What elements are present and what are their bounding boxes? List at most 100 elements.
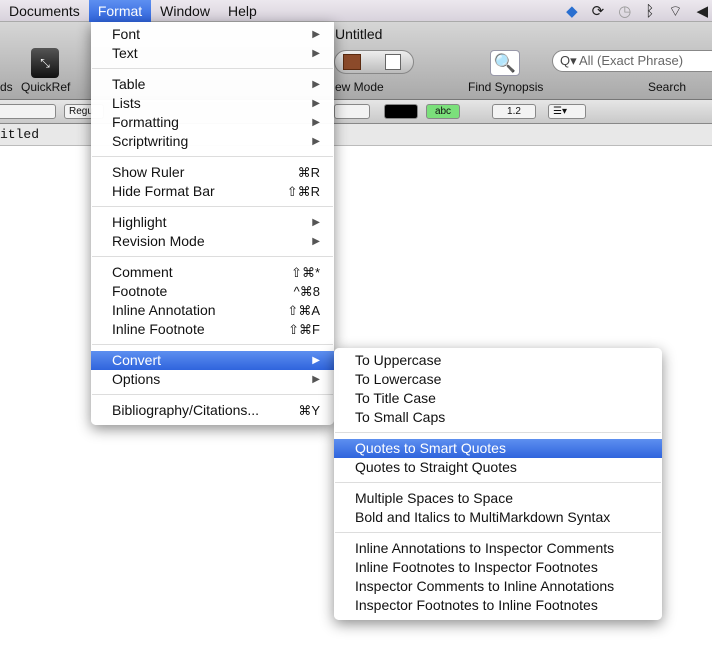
menu-separator <box>334 477 662 489</box>
search-input[interactable]: Q▾ All (Exact Phrase) <box>552 50 712 72</box>
find-synopsis-icon[interactable]: 🔍 <box>490 50 520 76</box>
shortcut-label: ⌘Y <box>298 403 320 418</box>
list-select[interactable]: ☰▾ <box>548 104 586 119</box>
view-mode-label: ew Mode <box>335 80 384 94</box>
menu-item-revision-mode[interactable]: Revision Mode ▶ <box>91 232 334 251</box>
menu-item-label: Lists <box>112 95 141 111</box>
shortcut-label: ^⌘8 <box>293 284 320 299</box>
find-synopsis-button[interactable]: Find Synopsis <box>468 80 543 94</box>
time-machine-icon[interactable]: ◷ <box>618 2 631 20</box>
menu-documents[interactable]: Documents <box>0 0 89 22</box>
menu-separator <box>91 201 334 213</box>
menu-item-bibliography-citations[interactable]: Bibliography/Citations... ⌘Y <box>91 401 334 420</box>
status-icons: ◆ ⟳ ◷ ᛒ ⌔ ◀ <box>566 0 712 22</box>
menu-item-scriptwriting[interactable]: Scriptwriting ▶ <box>91 132 334 151</box>
menu-item-bold-and-italics-to-multimarkdown-syntax[interactable]: Bold and Italics to MultiMarkdown Syntax <box>334 508 662 527</box>
alignment-buttons[interactable] <box>334 104 370 119</box>
menu-item-to-lowercase[interactable]: To Lowercase <box>334 370 662 389</box>
menu-item-label: To Uppercase <box>355 352 442 368</box>
quickref-icon[interactable]: ⤡ <box>31 48 59 78</box>
menu-item-show-ruler[interactable]: Show Ruler ⌘R <box>91 163 334 182</box>
submenu-arrow-icon: ▶ <box>312 98 320 109</box>
menu-item-label: To Lowercase <box>355 371 442 387</box>
font-family-select[interactable] <box>0 104 56 119</box>
menu-item-to-title-case[interactable]: To Title Case <box>334 389 662 408</box>
menu-item-inspector-comments-to-inline-annotations[interactable]: Inspector Comments to Inline Annotations <box>334 577 662 596</box>
menu-item-label: Convert <box>112 352 162 368</box>
menu-help[interactable]: Help <box>219 0 266 22</box>
menu-separator <box>91 151 334 163</box>
menu-separator <box>91 339 334 351</box>
menu-item-label: To Title Case <box>355 390 436 406</box>
document-header-title: itled <box>0 127 40 142</box>
wifi-icon[interactable]: ⌔ <box>668 2 682 21</box>
menu-item-highlight[interactable]: Highlight ▶ <box>91 213 334 232</box>
menu-item-inline-footnote[interactable]: Inline Footnote ⇧⌘F <box>91 320 334 339</box>
menu-item-inspector-footnotes-to-inline-footnotes[interactable]: Inspector Footnotes to Inline Footnotes <box>334 596 662 615</box>
menu-item-label: Highlight <box>112 214 167 230</box>
format-menu: Font ▶ Text ▶ Table ▶ Lists ▶ Formatting ▶ Scriptw… <box>91 22 334 425</box>
menu-item-comment[interactable]: Comment ⇧⌘* <box>91 263 334 282</box>
menu-item-convert[interactable]: Convert ▶ <box>91 351 334 370</box>
menu-item-text[interactable]: Text ▶ <box>91 44 334 63</box>
submenu-arrow-icon: ▶ <box>312 136 320 147</box>
menu-item-quotes-to-straight-quotes[interactable]: Quotes to Straight Quotes <box>334 458 662 477</box>
window-title: Untitled <box>335 26 383 42</box>
menu-item-label: Quotes to Smart Quotes <box>355 440 506 456</box>
menu-item-hide-format-bar[interactable]: Hide Format Bar ⇧⌘R <box>91 182 334 201</box>
sync-icon[interactable]: ⟳ <box>592 2 605 20</box>
menu-item-label: Multiple Spaces to Space <box>355 490 513 506</box>
shortcut-label: ⇧⌘A <box>287 303 320 318</box>
menu-item-options[interactable]: Options ▶ <box>91 370 334 389</box>
menu-item-font[interactable]: Font ▶ <box>91 25 334 44</box>
menu-item-to-small-caps[interactable]: To Small Caps <box>334 408 662 427</box>
dropbox-icon[interactable]: ◆ <box>566 2 578 20</box>
menu-item-label: Table <box>112 76 146 92</box>
menu-window[interactable]: Window <box>151 0 219 22</box>
shortcut-label: ⌘R <box>297 165 320 180</box>
menu-item-label: Quotes to Straight Quotes <box>355 459 517 475</box>
menu-separator <box>334 427 662 439</box>
menu-item-multiple-spaces-to-space[interactable]: Multiple Spaces to Space <box>334 489 662 508</box>
menu-item-table[interactable]: Table ▶ <box>91 75 334 94</box>
menu-item-label: To Small Caps <box>355 409 446 425</box>
submenu-arrow-icon: ▶ <box>312 117 320 128</box>
search-label: Search <box>648 80 687 94</box>
shortcut-label: ⇧⌘F <box>288 322 320 337</box>
text-color-select[interactable] <box>384 104 418 119</box>
view-mode-icon[interactable] <box>334 50 414 74</box>
menu-item-quotes-to-smart-quotes[interactable]: Quotes to Smart Quotes <box>334 439 662 458</box>
line-spacing-select[interactable]: 1.2 <box>492 104 536 119</box>
menu-bar: Documents Format Window Help ◆ ⟳ ◷ ᛒ ⌔ ◀ <box>0 0 712 22</box>
menu-item-label: Show Ruler <box>112 164 185 180</box>
submenu-arrow-icon: ▶ <box>312 236 320 247</box>
convert-submenu: To Uppercase To Lowercase To Title Case To … <box>334 348 662 620</box>
menu-item-label: Scriptwriting <box>112 133 189 149</box>
submenu-arrow-icon: ▶ <box>312 374 320 385</box>
menu-item-footnote[interactable]: Footnote ^⌘8 <box>91 282 334 301</box>
menu-item-inline-annotations-to-inspector-comments[interactable]: Inline Annotations to Inspector Comments <box>334 539 662 558</box>
menu-item-label: Bibliography/Citations... <box>112 402 260 418</box>
quickref-button[interactable]: QuickRef <box>21 80 70 94</box>
menu-item-label: Inline Annotations to Inspector Comments <box>355 540 615 556</box>
menu-item-formatting[interactable]: Formatting ▶ <box>91 113 334 132</box>
menu-item-lists[interactable]: Lists ▶ <box>91 94 334 113</box>
menu-item-label: Text <box>112 45 138 61</box>
menu-format[interactable]: Format <box>88 0 152 22</box>
highlight-color-select[interactable]: abc <box>426 104 460 119</box>
submenu-arrow-icon: ▶ <box>312 29 320 40</box>
search-icon: Q▾ <box>560 53 577 68</box>
menu-item-label: Hide Format Bar <box>112 183 215 199</box>
shortcut-label: ⇧⌘* <box>291 265 320 280</box>
menu-item-label: Inline Footnotes to Inspector Footnotes <box>355 559 598 575</box>
menu-item-label: Inline Annotation <box>112 302 216 318</box>
menu-item-to-uppercase[interactable]: To Uppercase <box>334 351 662 370</box>
submenu-arrow-icon: ▶ <box>312 48 320 59</box>
submenu-arrow-icon: ▶ <box>312 217 320 228</box>
menu-item-inline-annotation[interactable]: Inline Annotation ⇧⌘A <box>91 301 334 320</box>
bluetooth-icon[interactable]: ᛒ <box>645 3 654 20</box>
menu-item-label: Font <box>112 26 141 42</box>
menu-item-inline-footnotes-to-inspector-footnotes[interactable]: Inline Footnotes to Inspector Footnotes <box>334 558 662 577</box>
menu-separator <box>91 63 334 75</box>
volume-icon[interactable]: ◀ <box>696 2 708 20</box>
